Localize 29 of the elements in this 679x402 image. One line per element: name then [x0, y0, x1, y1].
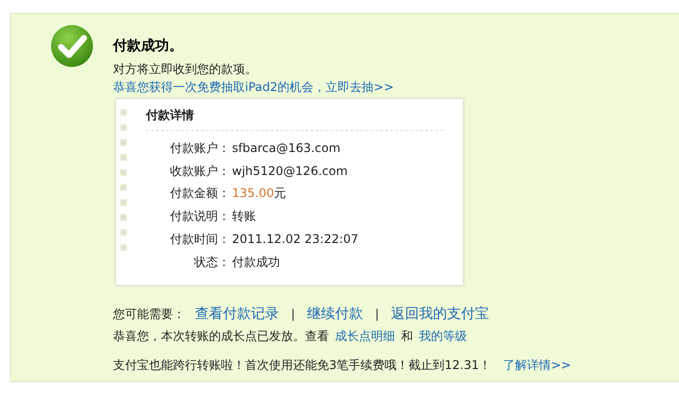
success-message: 对方将立即收到您的款项。: [113, 61, 258, 77]
growth-detail-link[interactable]: 成长点明细: [335, 328, 395, 345]
notice-text: 支付宝也能跨行转账啦！首次使用还能免3笔手续费哦！截止到12.31！: [113, 357, 491, 374]
next-steps-label: 您可能需要：: [113, 306, 186, 323]
separator: |: [291, 307, 296, 321]
check-icon: [51, 25, 93, 67]
field-label: 付款说明：: [169, 208, 230, 226]
action-link[interactable]: 返回我的支付宝: [391, 305, 490, 323]
details-title: 付款详情: [146, 107, 195, 123]
action-link[interactable]: 查看付款记录: [195, 305, 279, 323]
field-value: 付款成功: [231, 254, 280, 271]
field-label: 付款金额：: [169, 185, 230, 202]
field-label: 付款账户：: [169, 140, 230, 157]
promo-link[interactable]: 恭喜您获得一次免费抽取iPad2的机会，立即去抽>>: [113, 79, 394, 95]
field-value: 135.00元: [231, 185, 286, 202]
joiner-text: 和: [401, 328, 413, 345]
my-level-link[interactable]: 我的等级: [419, 328, 467, 345]
learn-more-link[interactable]: 了解详情>>: [503, 357, 572, 374]
field-value: 转账: [231, 208, 256, 226]
action-link[interactable]: 继续付款: [307, 305, 364, 323]
field-label: 状态：: [193, 254, 230, 271]
field-value: 2011.12.02 23:22:07: [231, 230, 358, 248]
success-title: 付款成功。: [113, 37, 184, 55]
field-label: 付款时间：: [169, 230, 230, 248]
field-label: 收款账户：: [169, 162, 230, 180]
field-value: sfbarca@163.com: [231, 140, 340, 157]
separator: |: [375, 307, 380, 321]
growth-message: 恭喜您，本次转账的成长点已发放。查看: [113, 328, 329, 345]
field-value: wjh5120@126.com: [231, 162, 348, 180]
